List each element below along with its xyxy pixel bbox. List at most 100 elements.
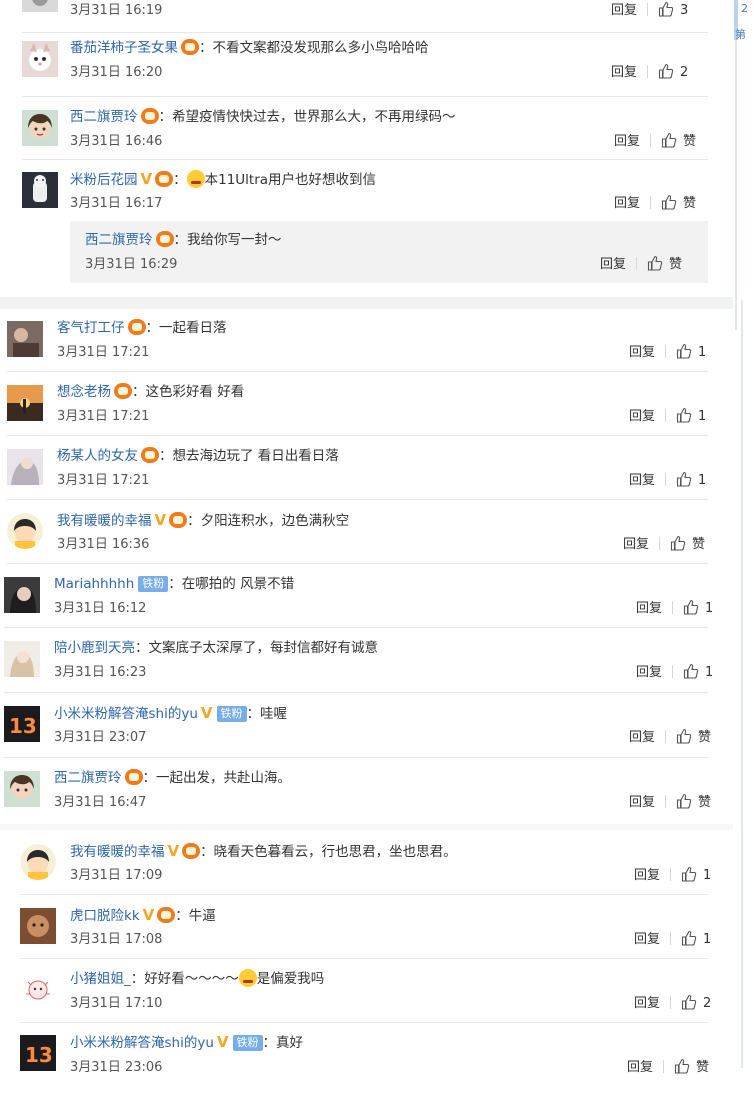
- verified-v-icon[interactable]: V: [201, 702, 213, 724]
- like-button[interactable]: 1: [683, 599, 713, 619]
- reply-button[interactable]: 回复: [629, 407, 655, 427]
- reply-button[interactable]: 回复: [614, 194, 640, 214]
- colon: ：: [200, 844, 214, 860]
- username-link[interactable]: 小米米粉解答淹shi的yu: [54, 706, 198, 722]
- avatar[interactable]: [20, 972, 56, 1008]
- avatar[interactable]: [4, 641, 40, 677]
- username-link[interactable]: 西二旗贾玲: [54, 770, 122, 786]
- username-link[interactable]: 西二旗贾玲: [70, 109, 138, 125]
- fan-level-badge-icon[interactable]: [182, 843, 201, 859]
- username-link[interactable]: Mariahhhhh: [54, 576, 134, 592]
- verified-v-icon[interactable]: V: [155, 509, 167, 531]
- fan-level-badge-icon[interactable]: [141, 447, 159, 463]
- avatar[interactable]: [7, 321, 43, 357]
- like-button[interactable]: 赞: [676, 793, 711, 813]
- reply-button[interactable]: 回复: [611, 1, 637, 21]
- avatar[interactable]: [22, 0, 58, 12]
- reply-button[interactable]: 回复: [627, 1058, 653, 1078]
- colon: ：: [175, 908, 189, 924]
- reply-button[interactable]: 回复: [629, 471, 655, 491]
- like-button[interactable]: 1: [676, 343, 706, 363]
- like-button[interactable]: 赞: [674, 1058, 709, 1078]
- reply-button[interactable]: 回复: [634, 994, 660, 1014]
- like-button[interactable]: 赞: [676, 728, 711, 748]
- verified-v-icon[interactable]: V: [143, 904, 155, 926]
- fan-level-badge-icon[interactable]: [157, 907, 176, 923]
- username-link[interactable]: 我有暖暖的幸福: [70, 844, 165, 860]
- username-link[interactable]: 陪小鹿到天亮: [54, 640, 135, 656]
- reply-button[interactable]: 回复: [611, 63, 637, 83]
- like-button[interactable]: 1: [681, 866, 711, 886]
- fan-level-badge-icon[interactable]: [155, 171, 174, 187]
- comment-actions: 回复 1: [629, 407, 706, 427]
- comment-text-line: 陪小鹿到天亮：文案底子太深厚了，每封信都好有诚意: [54, 637, 378, 659]
- avatar[interactable]: [22, 110, 58, 146]
- iron-fan-badge[interactable]: 铁粉: [216, 706, 247, 722]
- reply-button[interactable]: 回复: [623, 535, 649, 555]
- verified-v-icon[interactable]: V: [217, 1031, 229, 1053]
- avatar[interactable]: [4, 577, 40, 613]
- username-link[interactable]: 小米米粉解答淹shi的yu: [70, 1035, 214, 1051]
- scroll-rail[interactable]: [741, 300, 743, 830]
- like-button[interactable]: 2: [658, 63, 688, 83]
- username-link[interactable]: 客气打工仔: [57, 320, 125, 336]
- fan-level-badge-icon[interactable]: [124, 769, 143, 785]
- reply-button[interactable]: 回复: [600, 255, 626, 275]
- like-button[interactable]: 1: [681, 930, 711, 950]
- avatar[interactable]: [22, 172, 58, 208]
- avatar[interactable]: [7, 385, 43, 421]
- username-link[interactable]: 番茄洋柿子圣女果: [70, 40, 178, 56]
- fan-level-badge-icon[interactable]: [181, 39, 199, 55]
- reply-button[interactable]: 回复: [629, 728, 655, 748]
- username-link[interactable]: 想念老杨: [57, 384, 111, 400]
- reply-button[interactable]: 回复: [636, 663, 662, 683]
- avatar[interactable]: 13: [4, 706, 40, 742]
- fan-level-badge-icon[interactable]: [169, 512, 188, 528]
- verified-v-icon[interactable]: V: [141, 168, 153, 190]
- reply-button[interactable]: 回复: [634, 930, 660, 950]
- avatar[interactable]: 13: [20, 1035, 56, 1071]
- comment-text: 哇喔: [260, 706, 287, 722]
- like-button[interactable]: 赞: [661, 194, 696, 214]
- reply-button[interactable]: 回复: [634, 866, 660, 886]
- scroll-rail[interactable]: [741, 830, 743, 1068]
- iron-fan-badge[interactable]: 铁粉: [232, 1035, 263, 1051]
- reply-button[interactable]: 回复: [629, 343, 655, 363]
- comment-text-line: 小米米粉解答淹shi的yu V 铁粉 ：真好: [70, 1031, 303, 1053]
- like-button[interactable]: 3: [658, 1, 688, 21]
- username-link[interactable]: 我有暖暖的幸福: [57, 513, 152, 529]
- fan-level-badge-icon[interactable]: [114, 383, 132, 399]
- fan-level-badge-icon[interactable]: [127, 319, 146, 335]
- avatar[interactable]: [4, 771, 40, 807]
- like-button[interactable]: 1: [676, 407, 706, 427]
- avatar[interactable]: [20, 844, 56, 880]
- crying-laugh-emoji-icon: [186, 170, 205, 188]
- reply-button[interactable]: 回复: [614, 132, 640, 152]
- avatar[interactable]: [7, 449, 43, 485]
- reply-button[interactable]: 回复: [629, 793, 655, 813]
- like-button[interactable]: 赞: [647, 255, 682, 275]
- divider: [665, 795, 667, 808]
- like-button[interactable]: 赞: [670, 535, 705, 555]
- like-button[interactable]: 2: [681, 994, 711, 1014]
- comment-text: 想去海边玩了 看日出看日落: [172, 448, 339, 464]
- like-button[interactable]: 1: [676, 471, 706, 491]
- iron-fan-badge[interactable]: 铁粉: [138, 576, 169, 592]
- avatar[interactable]: [20, 908, 56, 944]
- fan-level-badge-icon[interactable]: [155, 231, 174, 247]
- comment-text: 夕阳连积水，边色满秋空: [200, 513, 350, 529]
- avatar[interactable]: [7, 513, 43, 549]
- verified-v-icon[interactable]: V: [168, 840, 180, 862]
- like-button[interactable]: 赞: [661, 132, 696, 152]
- fan-level-badge-icon[interactable]: [140, 108, 159, 124]
- username-link[interactable]: 虎口脱险kk: [70, 908, 140, 924]
- scroll-rail[interactable]: [735, 40, 737, 330]
- comment-time: 3月31日 16:47: [54, 795, 147, 810]
- username-link[interactable]: 西二旗贾玲: [85, 232, 153, 248]
- username-link[interactable]: 小猪姐姐_: [70, 971, 131, 987]
- username-link[interactable]: 米粉后花园: [70, 172, 138, 188]
- avatar[interactable]: [22, 41, 58, 77]
- like-button[interactable]: 1: [683, 663, 713, 683]
- reply-button[interactable]: 回复: [636, 599, 662, 619]
- username-link[interactable]: 杨某人的女友: [57, 448, 138, 464]
